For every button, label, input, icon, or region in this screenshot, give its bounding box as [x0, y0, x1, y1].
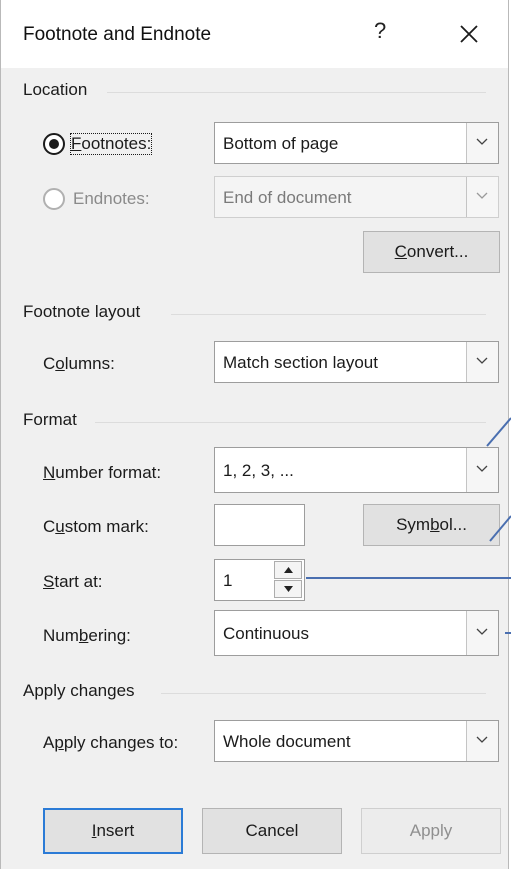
callout-lines	[306, 417, 511, 634]
callout-line-symbol	[489, 515, 511, 542]
callout-line-number-format	[486, 417, 511, 447]
